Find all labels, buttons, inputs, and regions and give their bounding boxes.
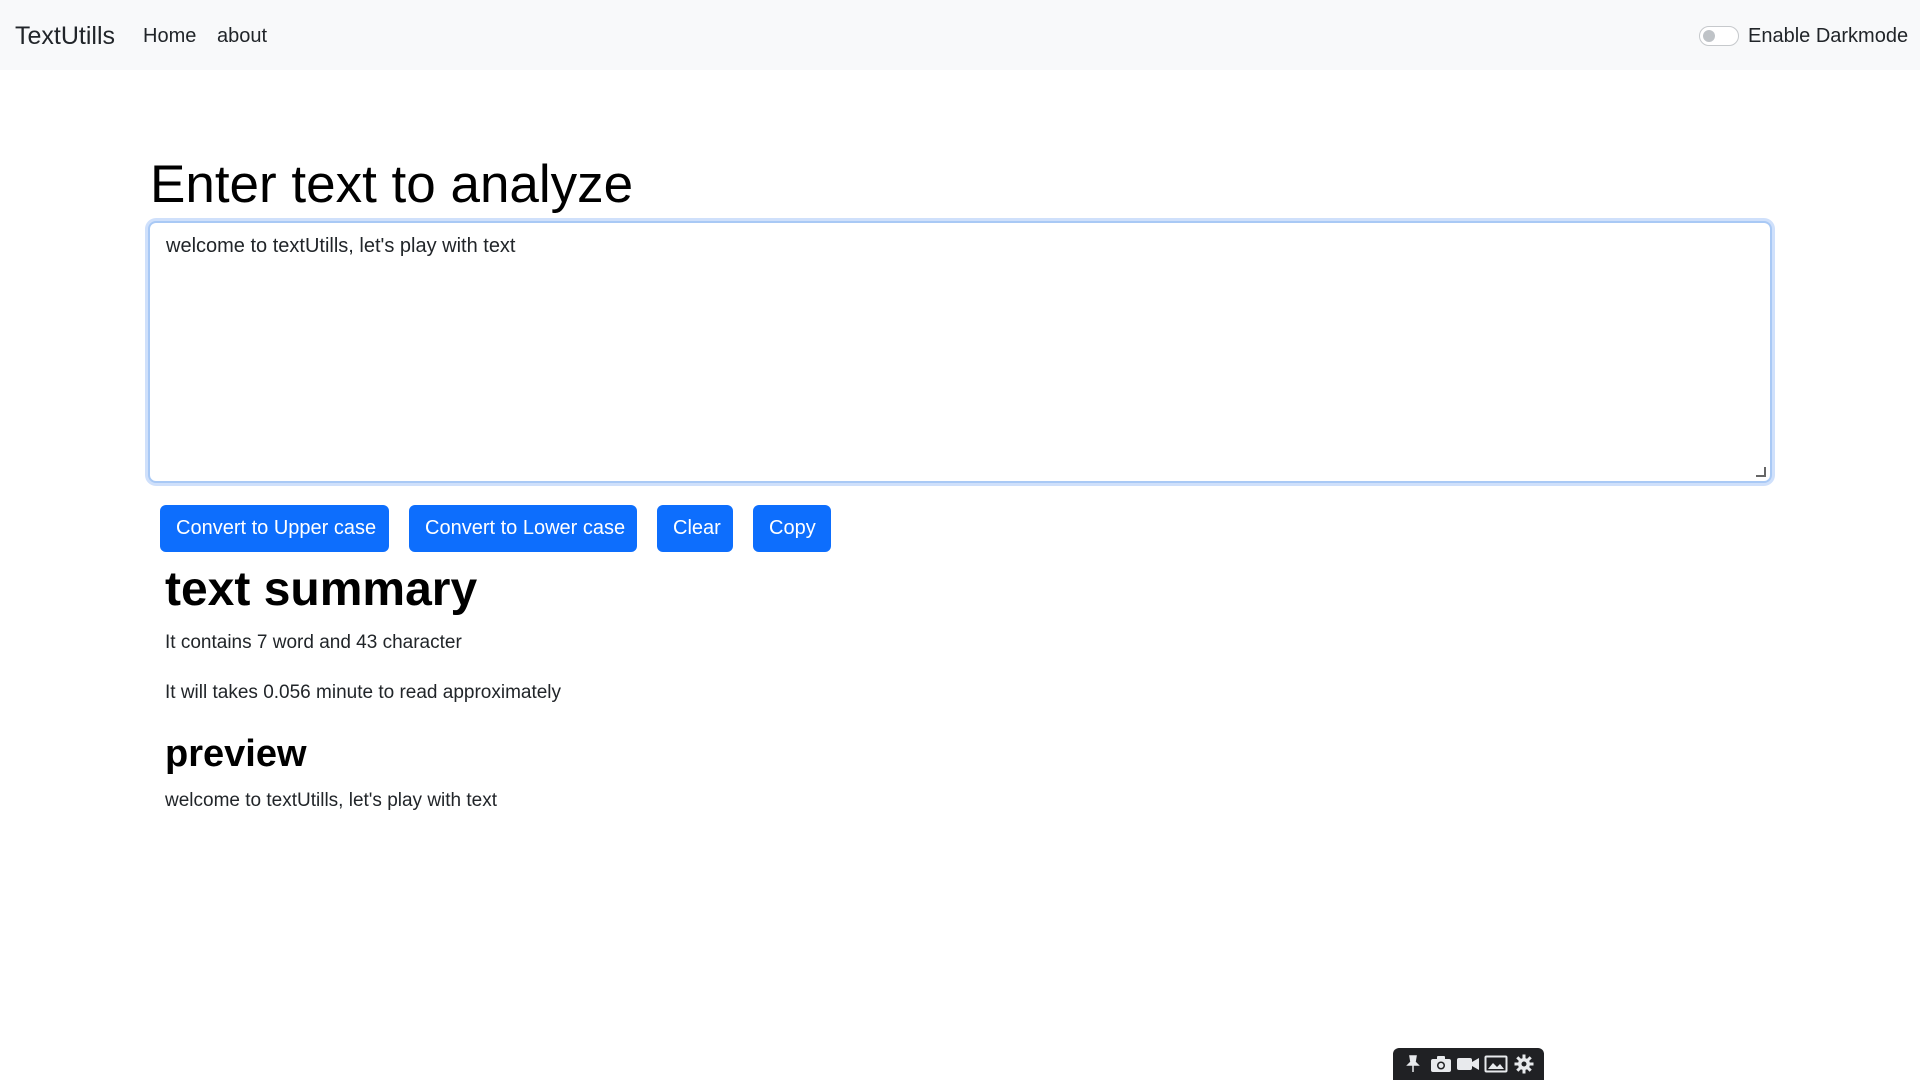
image-icon[interactable] bbox=[1483, 1053, 1509, 1075]
pin-icon[interactable] bbox=[1400, 1053, 1426, 1075]
navbar: TextUtills Home about Enable Darkmode bbox=[0, 0, 1920, 70]
nav-link-home[interactable]: Home bbox=[143, 24, 196, 48]
camera-icon[interactable] bbox=[1428, 1053, 1454, 1075]
summary-title: text summary bbox=[165, 563, 478, 616]
page-heading: Enter text to analyze bbox=[150, 155, 634, 214]
text-input[interactable]: welcome to textUtills, let's play with t… bbox=[150, 223, 1770, 481]
text-input-container: welcome to textUtills, let's play with t… bbox=[148, 221, 1772, 483]
brand-logo[interactable]: TextUtills bbox=[15, 20, 115, 52]
darkmode-label[interactable]: Enable Darkmode bbox=[1748, 24, 1908, 48]
convert-lower-button[interactable]: Convert to Lower case bbox=[409, 505, 637, 552]
preview-title: preview bbox=[165, 733, 307, 775]
convert-upper-button[interactable]: Convert to Upper case bbox=[160, 505, 389, 552]
resize-handle[interactable] bbox=[1756, 467, 1766, 477]
clear-button[interactable]: Clear bbox=[657, 505, 733, 552]
summary-read-time: It will takes 0.056 minute to read appro… bbox=[165, 682, 562, 703]
copy-button[interactable]: Copy bbox=[753, 505, 831, 552]
switch-knob bbox=[1703, 30, 1715, 42]
darkmode-toggle[interactable]: Enable Darkmode bbox=[1699, 24, 1908, 48]
video-icon[interactable] bbox=[1455, 1053, 1481, 1075]
capture-toolbar bbox=[1393, 1048, 1544, 1080]
summary-word-count: It contains 7 word and 43 character bbox=[165, 632, 462, 653]
gear-icon[interactable] bbox=[1511, 1053, 1537, 1075]
darkmode-switch[interactable] bbox=[1699, 26, 1739, 46]
preview-text: welcome to textUtills, let's play with t… bbox=[165, 790, 498, 811]
nav-link-about[interactable]: about bbox=[217, 24, 267, 48]
